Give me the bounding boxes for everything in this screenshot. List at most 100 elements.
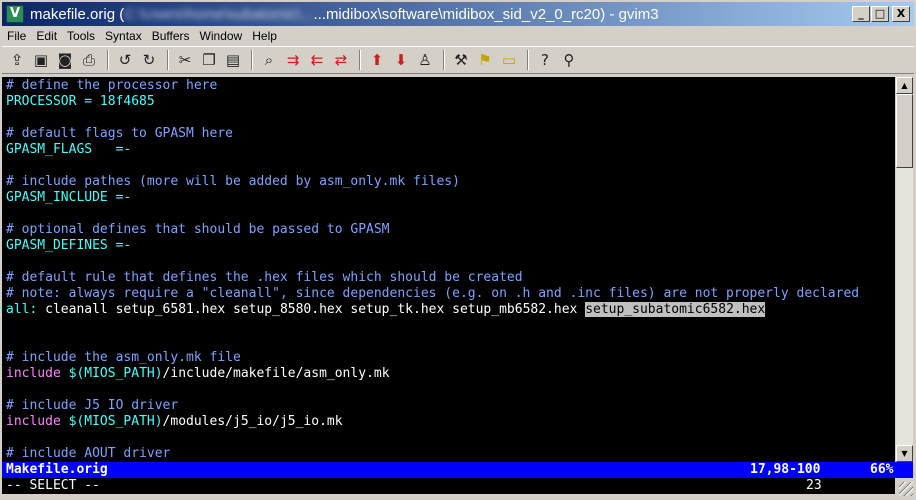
make-icon[interactable]: ⚒ (450, 49, 472, 71)
code-token: GPASM_INCLUDE =- (6, 190, 132, 205)
toolbar-separator (167, 50, 169, 70)
code-token: include (6, 366, 69, 381)
command-line[interactable]: -- SELECT -- 23 (2, 478, 895, 494)
code-token: /modules/j5_io/j5_io.mk (162, 414, 343, 429)
toolbar-separator (443, 50, 445, 70)
copy-icon[interactable]: ❐ (198, 49, 220, 71)
menu-window[interactable]: Window (195, 29, 248, 43)
code-line[interactable]: # include the asm_only.mk file (2, 350, 895, 366)
code-line[interactable]: # include J5 IO driver (2, 398, 895, 414)
vertical-scrollbar[interactable]: ▲ ▼ (896, 77, 913, 462)
code-line[interactable] (2, 430, 895, 446)
code-token: # note: always require a "cleanall", sin… (6, 286, 860, 301)
code-line[interactable] (2, 334, 895, 350)
menu-help[interactable]: Help (247, 29, 282, 43)
code-line[interactable] (2, 206, 895, 222)
code-line[interactable]: # note: always require a "cleanall", sin… (2, 286, 895, 302)
minimize-button[interactable]: _ (852, 6, 870, 22)
code-line[interactable]: include $(MIOS_PATH)/include/makefile/as… (2, 366, 895, 382)
editor-buffer[interactable]: # define the processor here PROCESSOR = 1… (2, 77, 895, 462)
find-icon[interactable]: ⌕ (258, 49, 280, 71)
menu-buffers[interactable]: Buffers (147, 29, 195, 43)
code-token: PROCESSOR = 18f4685 (6, 94, 155, 109)
code-line[interactable]: include $(MIOS_PATH)/modules/j5_io/j5_io… (2, 414, 895, 430)
load-session-icon[interactable]: ⬆ (366, 49, 388, 71)
code-line[interactable] (2, 318, 895, 334)
code-line[interactable] (2, 110, 895, 126)
menu-file[interactable]: File (2, 29, 31, 43)
window-title-path-blurred: C:\Users\home\subatomic\... (124, 5, 314, 23)
status-filename: Makefile.orig (6, 462, 108, 477)
code-token: # default flags to GPASM here (6, 126, 233, 141)
undo-icon[interactable]: ↺ (114, 49, 136, 71)
find-prev-icon[interactable]: ⇇ (306, 49, 328, 71)
maximize-button[interactable]: □ (871, 6, 889, 22)
toolbar-separator (107, 50, 109, 70)
cut-icon[interactable]: ✂ (174, 49, 196, 71)
close-button[interactable]: X (892, 6, 910, 22)
code-token: all: (6, 302, 46, 317)
code-line[interactable]: # include AOUT driver (2, 446, 895, 462)
find-help-icon[interactable]: ⚲ (558, 49, 580, 71)
code-token: # optional defines that should be passed… (6, 222, 390, 237)
code-line[interactable]: PROCESSOR = 18f4685 (2, 94, 895, 110)
title-bar[interactable]: makefile.orig (C:\Users\home\subatomic\.… (2, 2, 914, 26)
save-all-icon[interactable]: ◙ (54, 49, 76, 71)
mode-indicator: -- SELECT -- (6, 478, 100, 493)
run-script-icon[interactable]: ♙ (414, 49, 436, 71)
selected-text: setup_subatomic6582.hex (585, 302, 766, 317)
status-percent: 66% (870, 462, 894, 477)
menu-edit[interactable]: Edit (31, 29, 62, 43)
code-token: # include AOUT driver (6, 446, 171, 461)
code-token: $(MIOS_PATH) (68, 414, 163, 429)
selection-count: 23 (806, 478, 822, 493)
save-session-icon[interactable]: ⬇ (390, 49, 412, 71)
resize-grip[interactable] (899, 482, 913, 496)
status-line: Makefile.orig 17,98-100 66% (2, 462, 913, 478)
ctags-icon[interactable]: ▭ (498, 49, 520, 71)
code-token: include (6, 414, 69, 429)
redo-icon[interactable]: ↻ (138, 49, 160, 71)
open-icon[interactable]: ⇪ (6, 49, 28, 71)
scroll-thumb[interactable] (896, 94, 913, 168)
toolbar-separator (251, 50, 253, 70)
scroll-down-arrow-icon[interactable]: ▼ (896, 445, 913, 462)
code-token: GPASM_DEFINES =- (6, 238, 132, 253)
code-line[interactable]: # include pathes (more will be added by … (2, 174, 895, 190)
code-line[interactable]: GPASM_INCLUDE =- (2, 190, 895, 206)
code-line[interactable] (2, 158, 895, 174)
help-icon[interactable]: ? (534, 49, 556, 71)
vim-app-icon[interactable] (6, 5, 24, 23)
toolbar-separator (359, 50, 361, 70)
code-line[interactable] (2, 382, 895, 398)
code-token: # default rule that defines the .hex fil… (6, 270, 523, 285)
code-token: # define the processor here (6, 78, 218, 93)
replace-icon[interactable]: ⇄ (330, 49, 352, 71)
find-next-icon[interactable]: ⇉ (282, 49, 304, 71)
code-token: GPASM_FLAGS =- (6, 142, 132, 157)
gvim-window: makefile.orig (C:\Users\home\subatomic\.… (0, 0, 916, 500)
code-line[interactable]: all: cleanall setup_6581.hex setup_8580.… (2, 302, 895, 318)
code-token: cleanall setup_6581.hex setup_8580.hex s… (45, 302, 586, 317)
save-icon[interactable]: ▣ (30, 49, 52, 71)
menu-bar: File Edit Tools Syntax Buffers Window He… (2, 27, 914, 45)
paste-icon[interactable]: ▤ (222, 49, 244, 71)
code-token: /include/makefile/asm_only.mk (162, 366, 390, 381)
print-icon[interactable]: ⎙ (78, 49, 100, 71)
menu-syntax[interactable]: Syntax (100, 29, 147, 43)
code-line[interactable]: # optional defines that should be passed… (2, 222, 895, 238)
menu-tools[interactable]: Tools (62, 29, 100, 43)
code-line[interactable]: GPASM_DEFINES =- (2, 238, 895, 254)
code-line[interactable]: # default flags to GPASM here (2, 126, 895, 142)
toolbar-separator (527, 50, 529, 70)
code-line[interactable]: # default rule that defines the .hex fil… (2, 270, 895, 286)
window-title: makefile.orig (C:\Users\home\subatomic\.… (30, 5, 659, 23)
scroll-up-arrow-icon[interactable]: ▲ (896, 77, 913, 94)
shell-icon[interactable]: ⚑ (474, 49, 496, 71)
code-line[interactable]: GPASM_FLAGS =- (2, 142, 895, 158)
code-line[interactable] (2, 254, 895, 270)
code-token: # include the asm_only.mk file (6, 350, 241, 365)
code-token: # include J5 IO driver (6, 398, 179, 413)
code-token: # include pathes (more will be added by … (6, 174, 460, 189)
code-line[interactable]: # define the processor here (2, 78, 895, 94)
